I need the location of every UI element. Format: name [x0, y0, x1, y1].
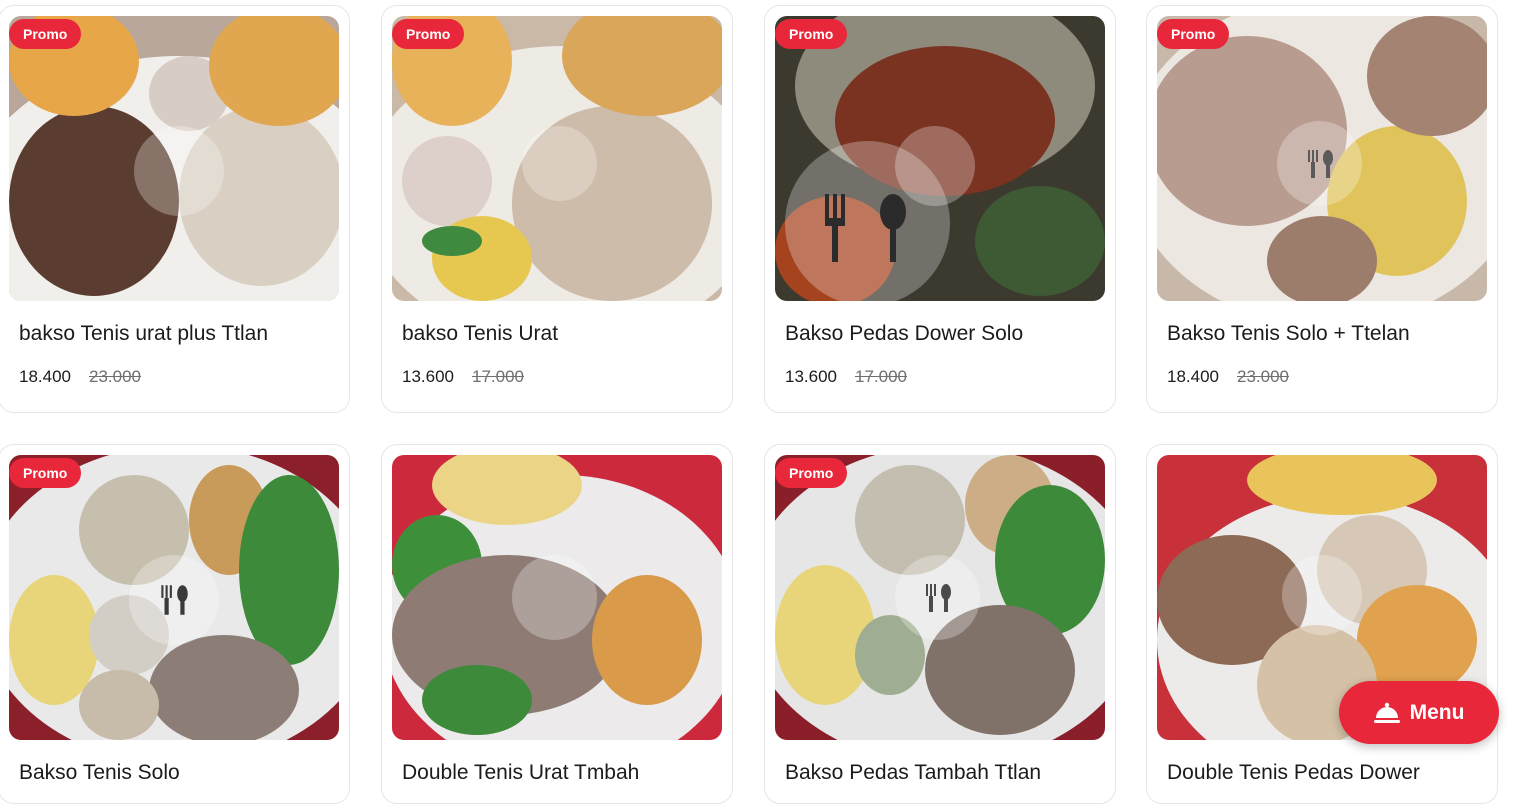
- product-prices: 13.600 17.000: [785, 367, 907, 387]
- restaurant-watermark-icon: [895, 555, 980, 640]
- promo-badge: Promo: [392, 19, 465, 49]
- restaurant-watermark-icon: [1277, 121, 1362, 206]
- menu-button-label: Menu: [1409, 700, 1465, 724]
- product-prices: 13.600 17.000: [402, 367, 524, 387]
- promo-badge: Promo: [775, 19, 848, 49]
- fork-spoon-icon: [1307, 149, 1333, 178]
- product-prices: 18.400 23.000: [19, 367, 141, 387]
- restaurant-watermark-icon: [895, 126, 975, 206]
- product-price: 18.400: [1167, 367, 1219, 386]
- promo-badge: Promo: [9, 19, 82, 49]
- product-image[interactable]: [392, 16, 722, 301]
- product-image[interactable]: [775, 455, 1105, 740]
- product-name: Bakso Pedas Tambah Ttlan: [785, 761, 1042, 784]
- product-name: Double Tenis Pedas Dower: [1167, 761, 1420, 784]
- fork-spoon-icon: [161, 585, 188, 615]
- product-original-price: 23.000: [89, 367, 141, 386]
- product-image[interactable]: [9, 16, 339, 301]
- restaurant-watermark-icon: [129, 555, 219, 645]
- product-name: bakso Tenis Urat: [402, 322, 559, 345]
- promo-badge: Promo: [1157, 19, 1230, 49]
- menu-button[interactable]: Menu: [1339, 681, 1499, 744]
- product-name: Bakso Tenis Solo: [19, 761, 180, 784]
- product-card[interactable]: Double Tenis Pedas Dower: [1146, 444, 1498, 804]
- product-card[interactable]: Promo Bakso Pedas Dower Solo 13.600 17.00…: [764, 5, 1116, 413]
- product-card[interactable]: Promo bakso Tenis Urat 13.600 17.000: [381, 5, 733, 413]
- restaurant-watermark-icon: [134, 126, 224, 216]
- product-price: 18.400: [19, 367, 71, 386]
- promo-badge: Promo: [775, 458, 848, 488]
- product-original-price: 17.000: [855, 367, 907, 386]
- product-card[interactable]: Promo bakso Tenis urat plus Ttlan 18.400…: [0, 5, 350, 413]
- product-name: Bakso Tenis Solo + Ttelan: [1167, 322, 1410, 345]
- product-prices: 18.400 23.000: [1167, 367, 1289, 387]
- restaurant-watermark-icon: [522, 126, 597, 201]
- product-name: bakso Tenis urat plus Ttlan: [19, 322, 269, 345]
- product-card[interactable]: Double Tenis Urat Tmbah: [381, 444, 733, 804]
- product-card[interactable]: Promo Bakso Pedas Tambah Ttlan: [764, 444, 1116, 804]
- product-price: 13.600: [402, 367, 454, 386]
- product-name: Double Tenis Urat Tmbah: [402, 761, 640, 784]
- product-original-price: 23.000: [1237, 367, 1289, 386]
- promo-badge: Promo: [9, 458, 82, 488]
- product-original-price: 17.000: [472, 367, 524, 386]
- product-image[interactable]: [9, 455, 339, 740]
- product-grid: Promo bakso Tenis urat plus Ttlan 18.400…: [0, 0, 1516, 804]
- product-image[interactable]: [1157, 16, 1487, 301]
- product-card[interactable]: Promo Bakso Tenis Solo: [0, 444, 350, 804]
- restaurant-watermark-icon: [1282, 555, 1362, 635]
- restaurant-watermark-icon: [512, 555, 597, 640]
- product-price: 13.600: [785, 367, 837, 386]
- fork-spoon-icon: [925, 583, 951, 612]
- product-card[interactable]: Promo Bakso Tenis Solo + Ttelan 18.400 23…: [1146, 5, 1498, 413]
- fork-spoon-icon: [824, 193, 906, 262]
- product-name: Bakso Pedas Dower Solo: [785, 322, 1024, 345]
- product-image[interactable]: [392, 455, 722, 740]
- food-cloche-icon: [1373, 702, 1400, 723]
- product-image[interactable]: [775, 16, 1105, 301]
